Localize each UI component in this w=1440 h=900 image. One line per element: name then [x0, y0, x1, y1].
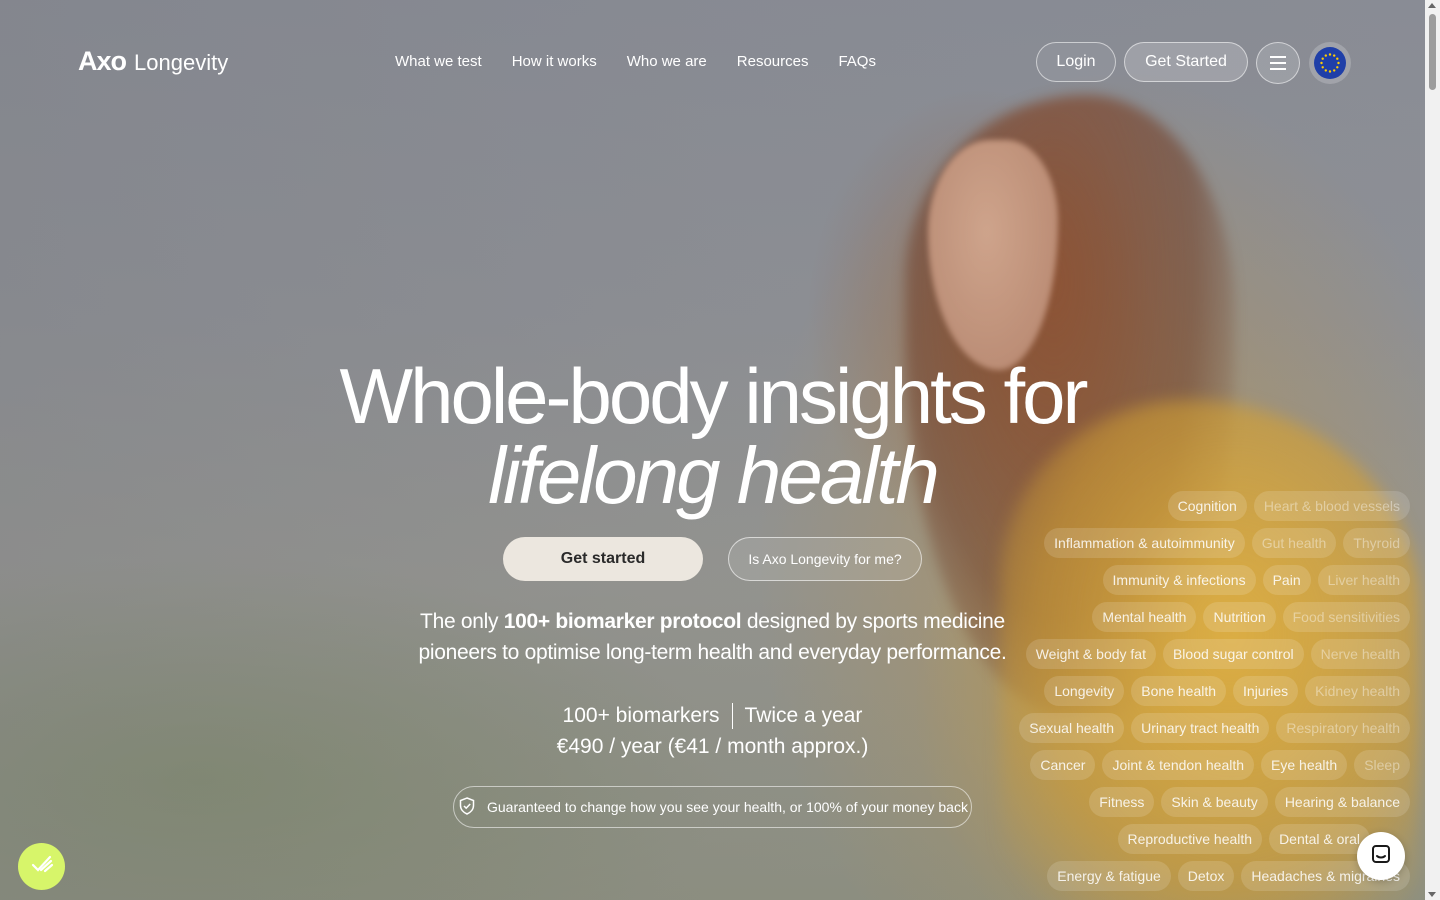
chat-launcher-button[interactable]	[1357, 832, 1405, 880]
main-nav: What we test How it works Who we are Res…	[395, 53, 876, 70]
pricing-biomarkers: 100+ biomarkers	[562, 704, 720, 727]
guarantee-text: Guaranteed to change how you see your he…	[487, 799, 968, 815]
logo-text: Longevity	[134, 50, 229, 75]
tag-row: Immunity & infections Pain Liver health	[990, 565, 1410, 595]
tag: Pain	[1262, 565, 1311, 595]
subcopy-text: The only	[420, 610, 504, 633]
tag: Reproductive health	[1117, 824, 1263, 854]
nav-what-we-test[interactable]: What we test	[395, 53, 482, 70]
tag: Skin & beauty	[1161, 787, 1268, 817]
tag: Bone health	[1131, 676, 1227, 706]
tag: Eye health	[1261, 750, 1348, 780]
region-selector-button[interactable]	[1309, 42, 1351, 84]
tag: Nutrition	[1203, 602, 1276, 632]
tag: Sleep	[1354, 750, 1410, 780]
tag-row: Cancer Joint & tendon health Eye health …	[990, 750, 1410, 780]
tag: Fitness	[1089, 787, 1155, 817]
subcopy-bold: 100+ biomarker protocol	[503, 610, 742, 633]
hero-subcopy: The only 100+ biomarker protocol designe…	[400, 606, 1025, 668]
scroll-up-arrow-icon[interactable]	[1428, 3, 1436, 8]
is-axo-for-me-button[interactable]: Is Axo Longevity for me?	[728, 537, 922, 581]
menu-button[interactable]	[1256, 42, 1300, 84]
tag-row: Inflammation & autoimmunity Gut health T…	[990, 528, 1410, 558]
tag: Sexual health	[1019, 713, 1125, 743]
tag: Energy & fatigue	[1047, 861, 1171, 891]
headline-line-1: Whole-body insights for	[339, 352, 1088, 440]
accessibility-widget-button[interactable]	[18, 843, 65, 890]
health-areas-tag-cloud: Cognition Heart & blood vessels Inflamma…	[990, 491, 1410, 898]
tag: Detox	[1177, 861, 1235, 891]
tag: Hearing & balance	[1274, 787, 1410, 817]
tag-row: Cognition Heart & blood vessels	[990, 491, 1410, 521]
tag: Longevity	[1044, 676, 1125, 706]
tag: Gut health	[1251, 528, 1337, 558]
tag: Nerve health	[1310, 639, 1410, 669]
scroll-down-arrow-icon[interactable]	[1428, 892, 1436, 897]
pricing-divider	[731, 703, 733, 730]
chat-icon	[1369, 842, 1393, 871]
tag-row: Longevity Bone health Injuries Kidney he…	[990, 676, 1410, 706]
scroll-thumb[interactable]	[1429, 14, 1436, 90]
guarantee-badge: Guaranteed to change how you see your he…	[453, 786, 972, 828]
get-started-button[interactable]: Get started	[503, 537, 703, 581]
tag: Injuries	[1233, 676, 1299, 706]
tag: Inflammation & autoimmunity	[1044, 528, 1245, 558]
tag: Respiratory health	[1276, 713, 1410, 743]
tag: Heart & blood vessels	[1253, 491, 1410, 521]
login-button[interactable]: Login	[1036, 42, 1116, 82]
tag: Weight & body fat	[1025, 639, 1156, 669]
tag: Cancer	[1030, 750, 1096, 780]
tag: Thyroid	[1343, 528, 1410, 558]
nav-resources[interactable]: Resources	[737, 53, 809, 70]
nav-faqs[interactable]: FAQs	[838, 53, 876, 70]
page-scrollbar[interactable]	[1425, 0, 1440, 900]
tag: Kidney health	[1305, 676, 1410, 706]
tag: Dental & oral	[1269, 824, 1370, 854]
get-started-header-button[interactable]: Get Started	[1124, 42, 1248, 82]
tag-row: Energy & fatigue Detox Headaches & migra…	[990, 861, 1410, 891]
tag: Immunity & infections	[1102, 565, 1256, 595]
tag-row: Mental health Nutrition Food sensitiviti…	[990, 602, 1410, 632]
nav-how-it-works[interactable]: How it works	[512, 53, 597, 70]
tag: Cognition	[1167, 491, 1247, 521]
shield-check-icon	[457, 796, 477, 819]
nav-who-we-are[interactable]: Who we are	[627, 53, 707, 70]
hamburger-icon	[1270, 56, 1286, 70]
tag-row: Reproductive health Dental & oral	[990, 824, 1410, 854]
tag: Food sensitivities	[1282, 602, 1410, 632]
tag-row: Weight & body fat Blood sugar control Ne…	[990, 639, 1410, 669]
tag: Liver health	[1317, 565, 1410, 595]
tag: Joint & tendon health	[1102, 750, 1255, 780]
eu-flag-icon	[1314, 47, 1346, 79]
pricing-frequency: Twice a year	[744, 704, 863, 727]
tag-row: Sexual health Urinary tract health Respi…	[990, 713, 1410, 743]
tag: Urinary tract health	[1131, 713, 1270, 743]
tag: Blood sugar control	[1162, 639, 1304, 669]
checkmark-icon	[29, 851, 55, 882]
logo[interactable]: Axo Longevity	[78, 46, 228, 77]
logo-mark: Axo	[78, 46, 127, 76]
tag-row: Fitness Skin & beauty Hearing & balance	[990, 787, 1410, 817]
tag: Mental health	[1092, 602, 1197, 632]
